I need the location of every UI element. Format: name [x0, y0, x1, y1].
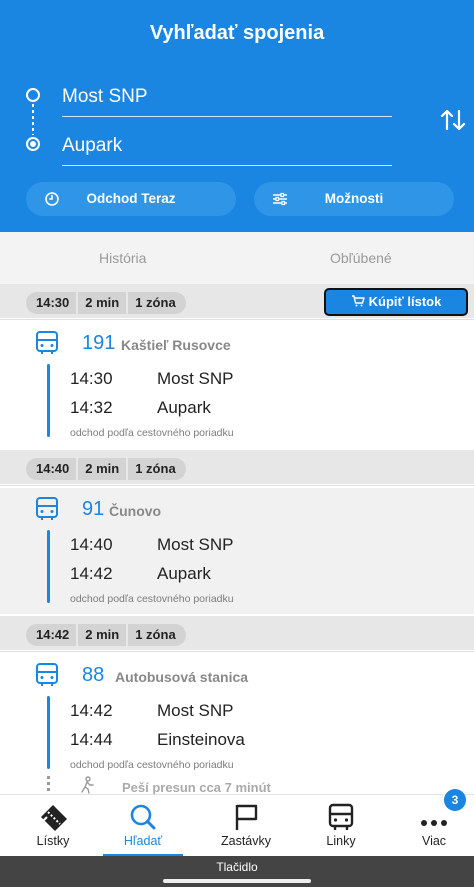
- ticket-icon: [41, 805, 67, 831]
- line-number: 88: [82, 664, 105, 686]
- cart-icon: [351, 295, 365, 307]
- buy-ticket-button[interactable]: Kúpiť lístok: [324, 288, 468, 316]
- home-indicator[interactable]: [163, 879, 311, 883]
- route-line: [47, 364, 50, 437]
- nav-label: Viac: [421, 834, 447, 848]
- departure-label: Odchod Teraz: [86, 191, 176, 206]
- from-stop-field[interactable]: Most SNP: [62, 83, 392, 117]
- nav-item-stops[interactable]: Zastávky: [206, 795, 286, 857]
- connection-chips: 14:40 2 min 1 zóna: [26, 458, 186, 480]
- history-favorites-tabs: História Obľúbené: [0, 232, 474, 284]
- to-stop-field[interactable]: Aupark: [62, 132, 392, 166]
- zones-chip: 1 zóna: [128, 624, 186, 646]
- stop-name: Most SNP: [157, 701, 234, 720]
- bottom-navigation: Lístky Hľadať Zastávky Linky Viac: [0, 794, 474, 857]
- nav-item-lines[interactable]: Linky: [301, 795, 381, 857]
- bus-icon: [36, 497, 58, 520]
- duration-chip: 2 min: [78, 624, 127, 646]
- stop-name: Aupark: [157, 564, 211, 583]
- connection-summary: 14:40 2 min 1 zóna: [0, 450, 474, 484]
- zones-chip: 1 zóna: [128, 458, 186, 480]
- stop-name: Aupark: [157, 398, 211, 417]
- page-title: Vyhľadať spojenia: [149, 22, 325, 44]
- departure-chip: 14:42: [26, 624, 77, 646]
- tab-history[interactable]: História: [99, 250, 146, 266]
- bottom-system-bar: Tlačidlo: [0, 856, 474, 887]
- walk-transfer-text: Peší presun cca 7 minút: [122, 780, 271, 794]
- schedule-note: odchod podľa cestovného poriadku: [70, 759, 234, 771]
- walking-person-icon: [81, 776, 94, 794]
- departure-chip: 14:30: [26, 292, 77, 314]
- bus-icon: [328, 803, 354, 830]
- nav-label: Zastávky: [220, 834, 271, 848]
- notification-badge: 3: [444, 789, 466, 811]
- buy-ticket-label: Kúpiť lístok: [368, 294, 442, 309]
- departure-time-button[interactable]: Odchod Teraz: [26, 182, 236, 216]
- walk-segment: Peší presun cca 7 minút: [0, 776, 474, 794]
- route-connector: [32, 104, 34, 135]
- duration-chip: 2 min: [78, 458, 127, 480]
- bus-icon: [36, 331, 58, 354]
- connection-detail: 191 Kaštieľ Rusovce 14:30 Most SNP 14:32…: [0, 322, 474, 448]
- connection-chips: 14:42 2 min 1 zóna: [26, 624, 186, 646]
- bottom-bar-label: Tlačidlo: [216, 860, 258, 874]
- stop-name: Einsteinova: [157, 730, 245, 749]
- connection-summary: 14:30 2 min 1 zóna Kúpiť lístok: [0, 284, 474, 318]
- schedule-note: odchod podľa cestovného poriadku: [70, 427, 234, 439]
- stop-time: 14:32: [70, 398, 113, 417]
- line-destination: Čunovo: [109, 503, 162, 519]
- connection-detail: 88 Autobusová stanica 14:42 Most SNP 14:…: [0, 654, 474, 780]
- divider: [0, 651, 474, 652]
- swap-arrows-icon: [440, 109, 466, 131]
- connection-chips: 14:30 2 min 1 zóna: [26, 292, 186, 314]
- bus-icon: [36, 663, 58, 686]
- connection-results: 14:30 2 min 1 zóna Kúpiť lístok 191 Kašt…: [0, 284, 474, 794]
- app: Vyhľadať spojenia Most SNP Aupark Odchod…: [0, 0, 474, 887]
- search-icon: [130, 804, 156, 830]
- stop-time: 14:40: [70, 535, 113, 554]
- stop-name: Most SNP: [157, 369, 234, 388]
- nav-label: Hľadať: [123, 834, 163, 848]
- stop-time: 14:30: [70, 369, 113, 388]
- nav-item-tickets[interactable]: Lístky: [13, 795, 93, 857]
- more-icon: [421, 820, 447, 826]
- line-destination: Autobusová stanica: [115, 669, 249, 685]
- search-header: Vyhľadať spojenia Most SNP Aupark Odchod…: [0, 0, 474, 232]
- zones-chip: 1 zóna: [128, 292, 186, 314]
- stop-time: 14:44: [70, 730, 113, 749]
- divider: [0, 485, 474, 486]
- options-button[interactable]: Možnosti: [254, 182, 454, 216]
- tab-favorites[interactable]: Obľúbené: [330, 250, 392, 266]
- nav-item-search[interactable]: Hľadať: [103, 795, 183, 857]
- stop-name: Most SNP: [157, 535, 234, 554]
- walk-connector: [47, 776, 50, 794]
- line-number: 191: [82, 332, 116, 354]
- route-line: [47, 530, 50, 603]
- stop-time: 14:42: [70, 564, 113, 583]
- connection-detail: 91 Čunovo 14:40 Most SNP 14:42 Aupark od…: [0, 488, 474, 614]
- connection-summary: 14:42 2 min 1 zóna: [0, 616, 474, 650]
- stop-time: 14:42: [70, 701, 113, 720]
- route-line: [47, 696, 50, 769]
- origin-dot-icon: [26, 88, 40, 102]
- line-destination: Kaštieľ Rusovce: [121, 337, 231, 353]
- destination-dot-icon: [26, 137, 40, 151]
- nav-label: Linky: [326, 834, 356, 848]
- options-label: Možnosti: [324, 191, 384, 206]
- flag-icon: [235, 804, 258, 830]
- nav-label: Lístky: [36, 834, 70, 848]
- divider: [0, 319, 474, 320]
- line-number: 91: [82, 498, 105, 520]
- swap-direction-button[interactable]: [438, 105, 468, 135]
- duration-chip: 2 min: [78, 292, 127, 314]
- departure-chip: 14:40: [26, 458, 77, 480]
- schedule-note: odchod podľa cestovného poriadku: [70, 593, 234, 605]
